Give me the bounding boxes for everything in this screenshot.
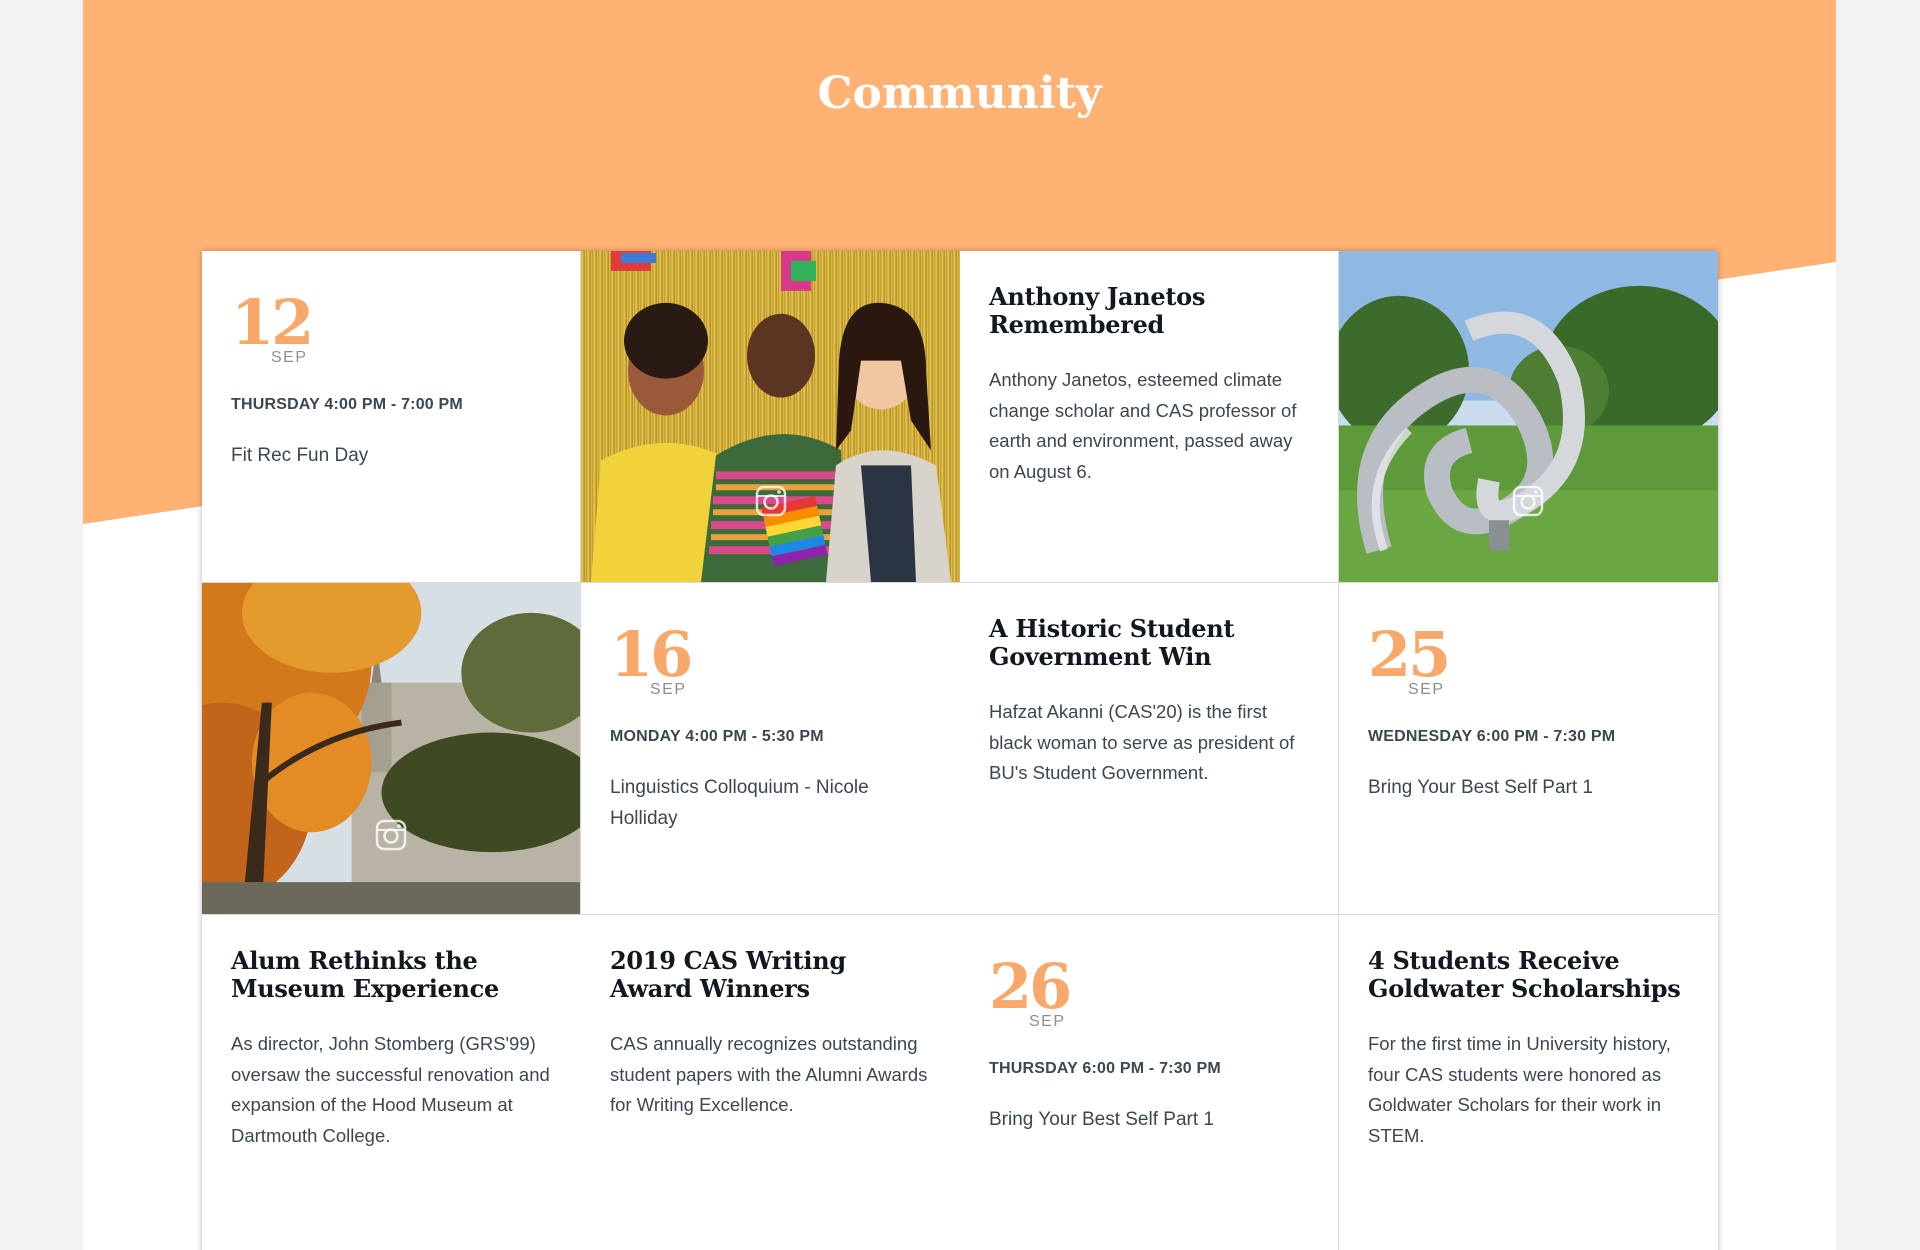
campus-photo <box>202 583 580 914</box>
section-title: Community <box>817 68 1102 119</box>
event-title-link[interactable]: Fit Rec Fun Day <box>231 440 551 471</box>
story-title-link[interactable]: 2019 CAS Writing Award Winners <box>610 947 931 1003</box>
event-time: THURSDAY 4:00 PM - 7:00 PM <box>231 396 463 413</box>
event-time: THURSDAY 6:00 PM - 7:30 PM <box>989 1060 1221 1077</box>
story-summary: Anthony Janetos, esteemed climate change… <box>989 369 1297 482</box>
event-day: 25 <box>1368 618 1451 691</box>
community-grid: 12 SEP THURSDAY 4:00 PM - 7:00 PM Fit Re… <box>202 251 1718 1250</box>
event-card[interactable]: 12 SEP THURSDAY 4:00 PM - 7:00 PM Fit Re… <box>202 251 581 583</box>
photo-card-students[interactable] <box>581 251 960 583</box>
photo-card-campus[interactable] <box>202 583 581 915</box>
story-summary: Hafzat Akanni (CAS'20) is the first blac… <box>989 701 1295 783</box>
event-date: 26 SEP <box>989 950 1309 1031</box>
event-card[interactable]: 25 SEP WEDNESDAY 6:00 PM - 7:30 PM Bring… <box>1339 583 1718 915</box>
event-date: 16 SEP <box>610 618 931 699</box>
story-card[interactable]: 4 Students Receive Goldwater Scholarship… <box>1339 915 1718 1250</box>
event-time: MONDAY 4:00 PM - 5:30 PM <box>610 728 824 745</box>
photo-card-sculpture[interactable] <box>1339 251 1718 583</box>
event-month: SEP <box>1408 681 1445 698</box>
event-card[interactable]: 16 SEP MONDAY 4:00 PM - 5:30 PM Linguist… <box>581 583 960 915</box>
event-day: 12 <box>231 286 314 359</box>
story-card[interactable]: A Historic Student Government Win Hafzat… <box>960 583 1339 915</box>
story-title-link[interactable]: Anthony Janetos Remembered <box>989 283 1309 339</box>
students-photo <box>581 251 960 582</box>
event-month: SEP <box>271 349 308 366</box>
event-card[interactable]: 26 SEP THURSDAY 6:00 PM - 7:30 PM Bring … <box>960 915 1339 1250</box>
story-title-link[interactable]: A Historic Student Government Win <box>989 615 1309 671</box>
story-summary: For the first time in University history… <box>1368 1033 1671 1146</box>
story-title-link[interactable]: 4 Students Receive Goldwater Scholarship… <box>1368 947 1689 1003</box>
instagram-icon <box>375 819 407 851</box>
event-date: 25 SEP <box>1368 618 1689 699</box>
sculpture-photo <box>1339 251 1718 582</box>
story-card[interactable]: Alum Rethinks the Museum Experience As d… <box>202 915 581 1250</box>
story-card[interactable]: 2019 CAS Writing Award Winners CAS annua… <box>581 915 960 1250</box>
event-title-link[interactable]: Bring Your Best Self Part 1 <box>1368 772 1689 803</box>
instagram-icon <box>1512 485 1544 517</box>
event-day: 16 <box>610 618 693 691</box>
event-month: SEP <box>650 681 687 698</box>
event-title-link[interactable]: Linguistics Colloquium - Nicole Holliday <box>610 772 931 834</box>
event-date: 12 SEP <box>231 286 551 367</box>
event-title-link[interactable]: Bring Your Best Self Part 1 <box>989 1104 1309 1135</box>
story-summary: CAS annually recognizes outstanding stud… <box>610 1033 928 1115</box>
page: Community 12 SEP THURSDAY 4:00 PM - 7:00… <box>83 0 1836 1250</box>
event-time: WEDNESDAY 6:00 PM - 7:30 PM <box>1368 728 1616 745</box>
story-title-link[interactable]: Alum Rethinks the Museum Experience <box>231 947 552 1003</box>
event-day: 26 <box>989 950 1072 1023</box>
story-summary: As director, John Stomberg (GRS'99) over… <box>231 1033 550 1146</box>
story-card[interactable]: Anthony Janetos Remembered Anthony Janet… <box>960 251 1339 583</box>
event-month: SEP <box>1029 1013 1066 1030</box>
instagram-icon <box>755 485 787 517</box>
